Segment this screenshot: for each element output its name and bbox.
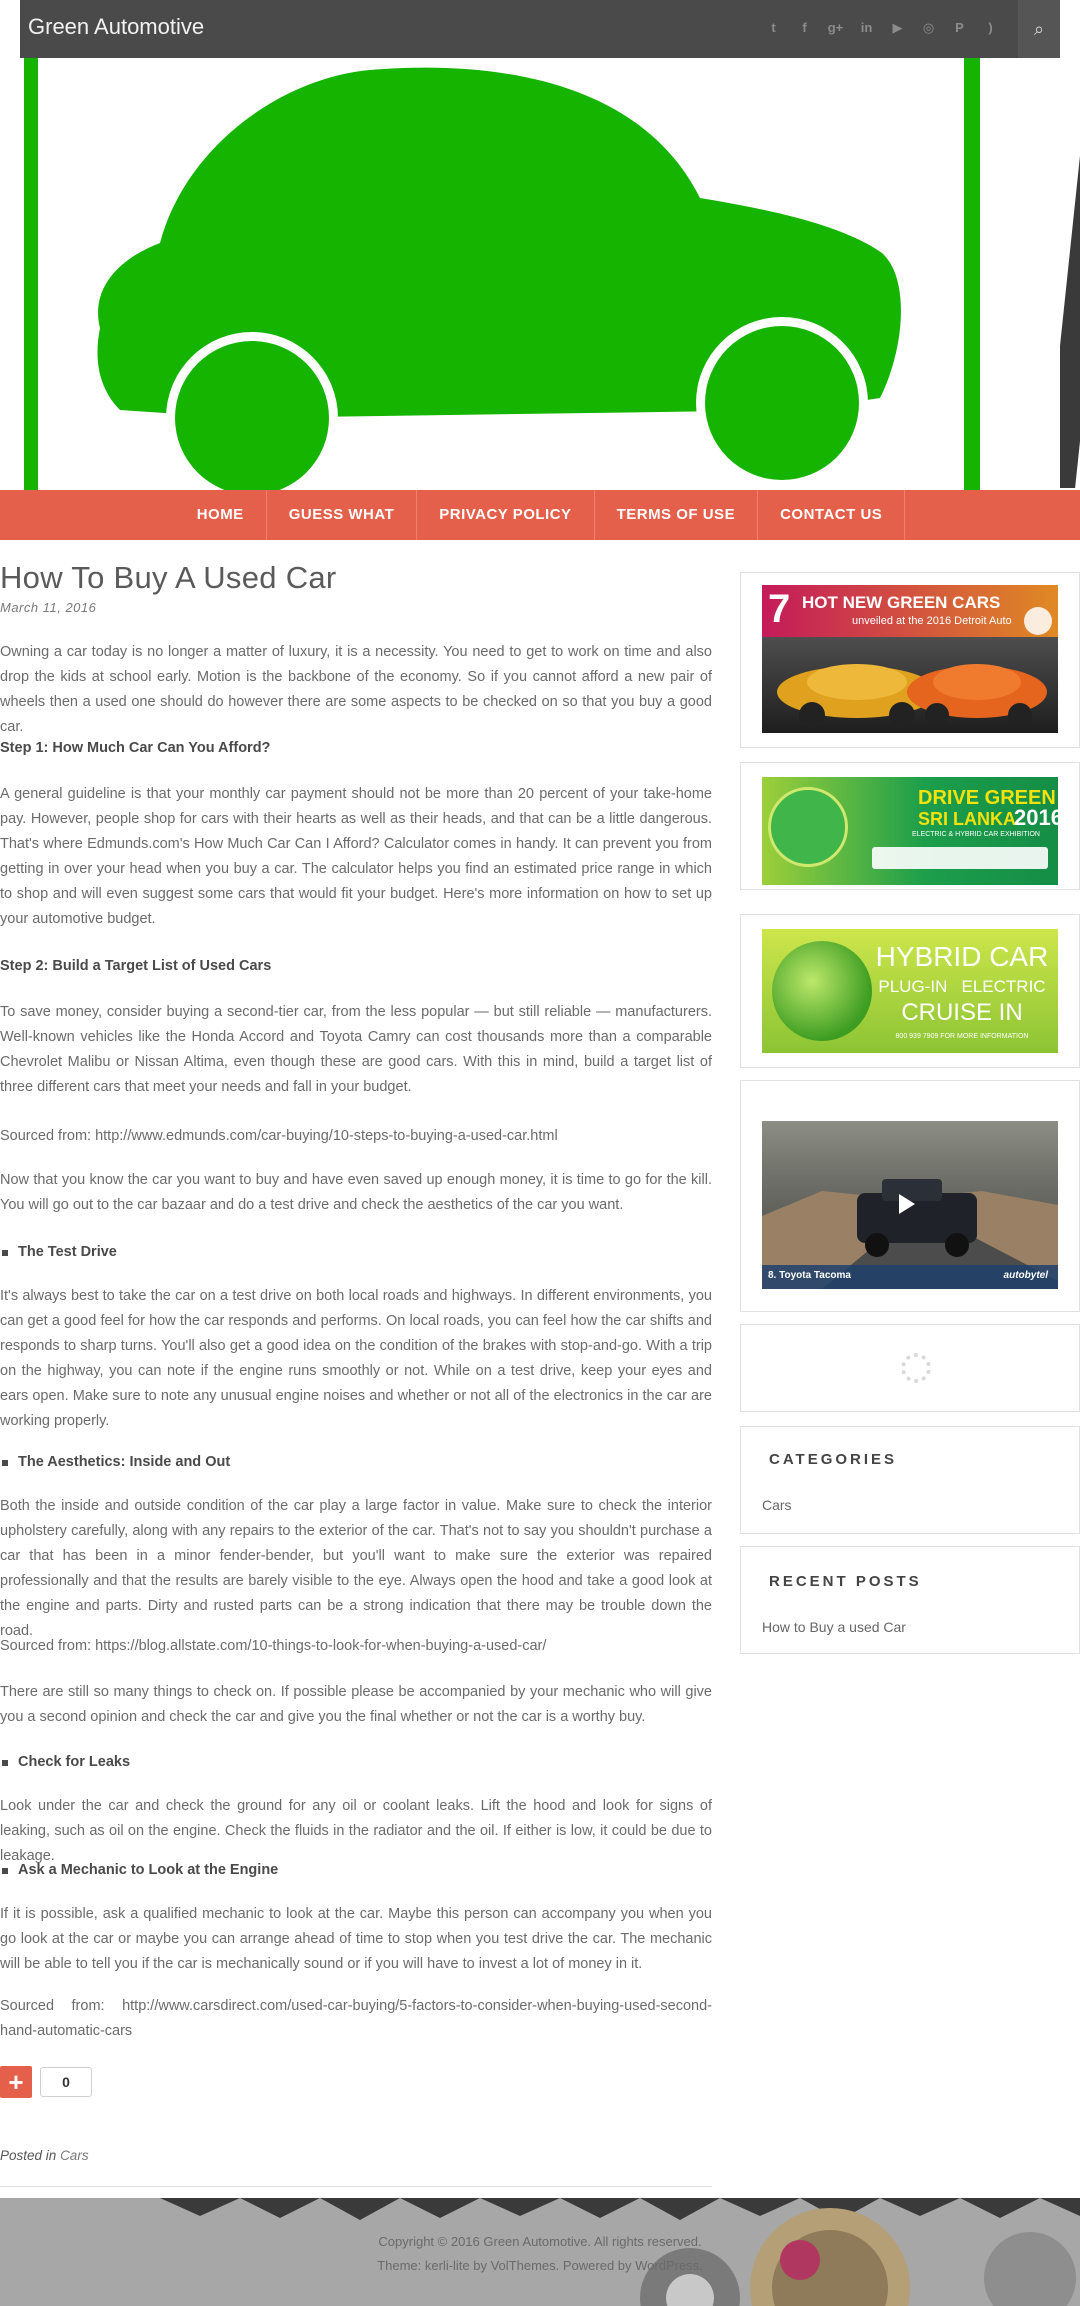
linkedin-icon[interactable]: in: [857, 18, 876, 37]
ad1-number: 7: [768, 587, 791, 631]
site-footer: Copyright © 2016 Green Automotive. All r…: [0, 2198, 1080, 2306]
step1-heading: Step 1: How Much Car Can You Afford?: [0, 740, 271, 756]
leaks-text: Look under the car and check the ground …: [0, 1798, 712, 1864]
ad3-globe: [772, 941, 872, 1041]
ad2-subtitle: SRI LANKA: [918, 809, 1016, 829]
ad2-emblem: [768, 787, 848, 867]
ad2-tagline: ELECTRIC & HYBRID CAR EXHIBITION: [912, 831, 1040, 838]
site-title[interactable]: Green Automotive: [28, 14, 204, 40]
ad3-line4: 800 939 7909 FOR MORE INFORMATION: [895, 1033, 1029, 1040]
step1-text: A general guideline is that your monthly…: [0, 786, 712, 927]
ad2-year: 2016: [1014, 805, 1058, 830]
posted-in-label: Posted in: [0, 2148, 57, 2163]
pinterest-icon[interactable]: P: [950, 18, 969, 37]
nav-home[interactable]: HOME: [175, 490, 267, 540]
twitter-icon[interactable]: t: [764, 18, 783, 37]
youtube-icon[interactable]: ▶: [888, 18, 907, 37]
recent-posts-title: RECENT POSTS: [769, 1573, 922, 1590]
video-caption: 8. Toyota Tacoma: [768, 1270, 851, 1281]
categories-title: CATEGORIES: [769, 1451, 898, 1468]
ad1-title: HOT NEW GREEN CARS: [802, 593, 1001, 612]
instagram-icon[interactable]: ◎: [919, 18, 938, 37]
source-allstate: Sourced from: https://blog.allstate.com/…: [0, 1638, 547, 1654]
mechanic-note: There are still so many things to check …: [0, 1684, 712, 1725]
transition-text: Now that you know the car you want to bu…: [0, 1172, 712, 1213]
post-article: How To Buy A Used Car March 11, 2016: [0, 560, 712, 615]
footer-copyright: Copyright © 2016 Green Automotive. All r…: [378, 2234, 702, 2249]
step2-heading: Step 2: Build a Target List of Used Cars: [0, 958, 272, 974]
loading-spinner-icon: [901, 1353, 931, 1383]
posted-in-category-link[interactable]: Cars: [60, 2148, 89, 2163]
main-navigation: HOME GUESS WHAT PRIVACY POLICY TERMS OF …: [0, 490, 1080, 540]
footer-gears-background: [160, 2198, 1080, 2306]
ad3-line1: HYBRID CAR: [875, 941, 1049, 972]
play-icon[interactable]: [899, 1194, 915, 1214]
search-icon[interactable]: ⌕: [1018, 0, 1060, 58]
green-car-logo: [97, 67, 901, 490]
aesthetics-heading: The Aesthetics: Inside and Out: [0, 1454, 712, 1470]
ad1-cars-image: [777, 664, 1047, 728]
hero-banner: [20, 58, 1060, 490]
posted-in: Posted in Cars: [0, 2148, 89, 2163]
rss-icon[interactable]: ): [981, 18, 1000, 37]
category-link-cars[interactable]: Cars: [762, 1497, 792, 1513]
categories-widget: CATEGORIES Cars: [740, 1426, 1080, 1534]
nav-guess-what[interactable]: GUESS WHAT: [267, 490, 418, 540]
engine-text: If it is possible, ask a qualified mecha…: [0, 1906, 712, 1972]
ad3-line2: PLUG-IN ELECTRIC: [878, 977, 1046, 996]
ad-hybrid-car-banner[interactable]: HYBRID CAR PLUG-IN ELECTRIC CRUISE IN 80…: [762, 929, 1058, 1053]
facebook-icon[interactable]: f: [795, 18, 814, 37]
share-widget: + 0: [0, 2066, 92, 2098]
source-edmunds: Sourced from: http://www.edmunds.com/car…: [0, 1128, 558, 1144]
nav-privacy-policy[interactable]: PRIVACY POLICY: [417, 490, 595, 540]
engine-heading: Ask a Mechanic to Look at the Engine: [0, 1862, 712, 1878]
test-drive-heading: The Test Drive: [0, 1244, 712, 1260]
loading-widget: [740, 1324, 1080, 1412]
source-carsdirect: Sourced from: http://www.carsdirect.com/…: [0, 1998, 712, 2039]
video-widget: 8. Toyota Tacoma autobytel: [740, 1080, 1080, 1312]
recent-post-link[interactable]: How to Buy a used Car: [762, 1619, 906, 1635]
aesthetics-text: Both the inside and outside condition of…: [0, 1498, 712, 1639]
top-bar: Green Automotive t f g+ in ▶ ◎ P ) ⌕: [20, 0, 1060, 58]
ad-widget-green-cars: 7 HOT NEW GREEN CARS unveiled at the 201…: [740, 572, 1080, 748]
ad-drive-green-banner[interactable]: DRIVE GREEN SRI LANKA 2016 ELECTRIC & HY…: [762, 777, 1058, 885]
step2-text: To save money, consider buying a second-…: [0, 1004, 712, 1095]
share-plus-icon[interactable]: +: [0, 2066, 32, 2098]
nav-terms-of-use[interactable]: TERMS OF USE: [595, 490, 759, 540]
test-drive-text: It's always best to take the car on a te…: [0, 1288, 712, 1429]
leaks-heading: Check for Leaks: [0, 1754, 712, 1770]
ad1-subtitle: unveiled at the 2016 Detroit Auto: [852, 615, 1012, 627]
share-count: 0: [40, 2067, 92, 2097]
ad-widget-hybrid-car: HYBRID CAR PLUG-IN ELECTRIC CRUISE IN 80…: [740, 914, 1080, 1068]
ad3-line3: CRUISE IN: [901, 999, 1023, 1026]
recent-posts-widget: RECENT POSTS How to Buy a used Car: [740, 1546, 1080, 1654]
post-title[interactable]: How To Buy A Used Car: [0, 560, 712, 596]
ad-widget-drive-green: DRIVE GREEN SRI LANKA 2016 ELECTRIC & HY…: [740, 762, 1080, 890]
ad-green-cars-banner[interactable]: 7 HOT NEW GREEN CARS unveiled at the 201…: [762, 585, 1058, 733]
footer-credit[interactable]: Theme: kerli-lite by VolThemes. Powered …: [0, 2258, 1080, 2273]
google-plus-icon[interactable]: g+: [826, 18, 845, 37]
social-icons: t f g+ in ▶ ◎ P ): [764, 18, 1000, 37]
post-divider: [0, 2186, 712, 2187]
nav-contact-us[interactable]: CONTACT US: [758, 490, 906, 540]
video-brand: autobytel: [1003, 1270, 1048, 1281]
ad2-sponsor-logos: [872, 847, 1048, 869]
decorative-edge: [1060, 58, 1080, 488]
post-date: March 11, 2016: [0, 600, 97, 615]
video-player[interactable]: 8. Toyota Tacoma autobytel: [762, 1121, 1058, 1289]
post-intro: Owning a car today is no longer a matter…: [0, 644, 712, 735]
ad1-info-icon: [1024, 607, 1052, 635]
